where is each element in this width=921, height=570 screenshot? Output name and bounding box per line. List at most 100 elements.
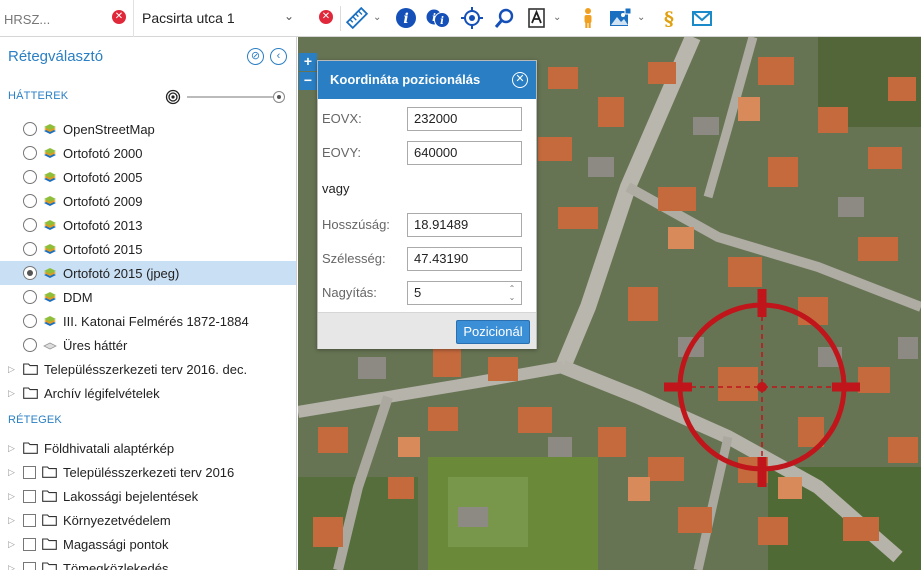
dialog-body: EOVX: 232000 EOVY: 640000 vagy Hosszúság… — [318, 99, 536, 312]
legal-button[interactable]: § — [655, 3, 683, 33]
folder-icon — [42, 466, 57, 478]
longitude-input[interactable]: 18.91489 — [407, 213, 522, 237]
hrsz-input[interactable] — [4, 9, 104, 29]
search-icon — [494, 8, 514, 28]
eovy-input[interactable]: 640000 — [407, 141, 522, 165]
background-option[interactable]: Ortofotó 2005 — [0, 165, 296, 189]
expand-icon[interactable]: ▷ — [8, 388, 18, 399]
layers-icon — [44, 268, 56, 278]
multi-info-button[interactable]: i i — [424, 3, 452, 33]
locate-button[interactable] — [458, 3, 486, 33]
opacity-slider[interactable] — [165, 88, 287, 106]
chevron-down-icon[interactable]: ⌄ — [284, 9, 294, 23]
zoom-stepper[interactable]: 5 ⌃ ⌄ — [407, 281, 522, 305]
radio-button[interactable] — [23, 290, 37, 304]
radio-button[interactable] — [23, 218, 37, 232]
measure-ruler-button[interactable] — [343, 3, 371, 33]
layer-checkbox[interactable] — [23, 537, 36, 551]
layers-icon — [44, 196, 56, 206]
background-option[interactable]: Üres háttér — [0, 333, 296, 357]
layers-icon — [44, 244, 56, 254]
folder-icon — [42, 490, 57, 502]
radio-button[interactable] — [23, 170, 37, 184]
background-label: Ortofotó 2000 — [63, 145, 143, 161]
search-button[interactable] — [491, 3, 519, 33]
background-option[interactable]: Ortofotó 2015 — [0, 237, 296, 261]
clear-street-icon[interactable]: ✕ — [319, 10, 333, 24]
opacity-icon — [165, 89, 181, 105]
zoom-in-button[interactable]: + — [299, 53, 317, 71]
expand-icon[interactable]: ▷ — [8, 443, 18, 454]
radio-button[interactable] — [23, 314, 37, 328]
group-telepulesszerkezeti-dec[interactable]: ▷ Településszerkezeti terv 2016. dec. — [0, 357, 296, 381]
background-option[interactable]: Ortofotó 2000 — [0, 141, 296, 165]
print-button[interactable] — [523, 3, 551, 33]
close-icon[interactable]: ✕ — [512, 72, 528, 88]
group-archiv-legifelvetelek[interactable]: ▷ Archív légifelvételek — [0, 381, 296, 405]
layer-group[interactable]: ▷ Földhivatali alaptérkép — [0, 436, 296, 460]
info-button[interactable]: i — [392, 3, 420, 33]
expand-icon[interactable]: ▷ — [8, 467, 18, 478]
street-view-button[interactable] — [574, 3, 602, 33]
expand-icon[interactable]: ▷ — [8, 515, 18, 526]
ruler-dropdown-icon[interactable]: ⌄ — [373, 12, 381, 23]
print-dropdown-icon[interactable]: ⌄ — [553, 12, 561, 23]
longitude-label: Hosszúság: — [322, 217, 390, 232]
layer-label: Lakossági bejelentések — [63, 488, 199, 504]
background-label: Üres háttér — [63, 337, 128, 353]
expand-icon[interactable]: ▷ — [8, 563, 18, 570]
background-option[interactable]: Ortofotó 2013 — [0, 213, 296, 237]
background-option[interactable]: OpenStreetMap — [0, 117, 296, 141]
layer-checkbox[interactable] — [23, 561, 36, 570]
mail-button[interactable] — [688, 3, 716, 33]
eovy-label: EOVY: — [322, 145, 362, 160]
background-label: Ortofotó 2013 — [63, 217, 143, 233]
layer-group[interactable]: ▷ Településszerkezeti terv 2016 — [0, 460, 296, 484]
layers-icon — [44, 148, 56, 158]
radio-button[interactable] — [23, 146, 37, 160]
hrsz-search-box: ✕ — [0, 0, 134, 37]
zoom-value: 5 — [414, 285, 422, 300]
radio-button[interactable] — [23, 338, 37, 352]
expand-icon[interactable]: ▷ — [8, 364, 18, 375]
section-layers: RÉTEGEK — [8, 414, 62, 426]
eovx-input[interactable]: 232000 — [407, 107, 522, 131]
image-dropdown-icon[interactable]: ⌄ — [637, 12, 645, 23]
radio-button[interactable] — [23, 194, 37, 208]
latitude-input[interactable]: 47.43190 — [407, 247, 522, 271]
layer-checkbox[interactable] — [23, 489, 36, 503]
section-backgrounds: HÁTTEREK — [8, 90, 69, 102]
layer-group[interactable]: ▷ Környezetvédelem — [0, 508, 296, 532]
stepper-arrows-icon[interactable]: ⌃ ⌄ — [507, 284, 517, 302]
background-option[interactable]: III. Katonai Felmérés 1872-1884 — [0, 309, 296, 333]
layer-checkbox[interactable] — [23, 513, 36, 527]
background-option[interactable]: DDM — [0, 285, 296, 309]
image-layer-button[interactable] — [606, 3, 634, 33]
info-icon: i — [396, 8, 416, 28]
coordinate-dialog: Koordináta pozicionálás ✕ EOVX: 232000 E… — [317, 60, 537, 349]
layer-group[interactable]: ▷ Tömegközlekedés — [0, 556, 296, 570]
layer-group[interactable]: ▷ Magassági pontok — [0, 532, 296, 556]
background-option[interactable]: Ortofotó 2009 — [0, 189, 296, 213]
radio-button[interactable] — [23, 242, 37, 256]
background-label: Ortofotó 2009 — [63, 193, 143, 209]
clear-hrsz-icon[interactable]: ✕ — [112, 10, 126, 24]
street-input-value[interactable]: Pacsirta utca 1 — [142, 10, 235, 26]
layer-label: Magassági pontok — [63, 536, 169, 552]
street-search-box[interactable]: Pacsirta utca 1 ⌄ ✕ — [134, 0, 342, 37]
zoom-out-button[interactable]: − — [299, 72, 317, 90]
expand-icon[interactable]: ▷ — [8, 539, 18, 550]
radio-button[interactable] — [23, 266, 37, 280]
layer-checkbox[interactable] — [23, 465, 36, 479]
chevron-left-icon[interactable]: ‹ — [270, 48, 287, 65]
slider-handle[interactable] — [273, 91, 285, 103]
collapse-all-icon[interactable]: ⊘ — [247, 48, 264, 65]
or-text: vagy — [322, 181, 350, 196]
position-button[interactable]: Pozicionál — [456, 320, 530, 344]
layers-icon — [44, 172, 56, 182]
radio-button[interactable] — [23, 122, 37, 136]
slider-track[interactable] — [187, 96, 281, 98]
background-option[interactable]: Ortofotó 2015 (jpeg) — [0, 261, 296, 285]
expand-icon[interactable]: ▷ — [8, 491, 18, 502]
layer-group[interactable]: ▷ Lakossági bejelentések — [0, 484, 296, 508]
